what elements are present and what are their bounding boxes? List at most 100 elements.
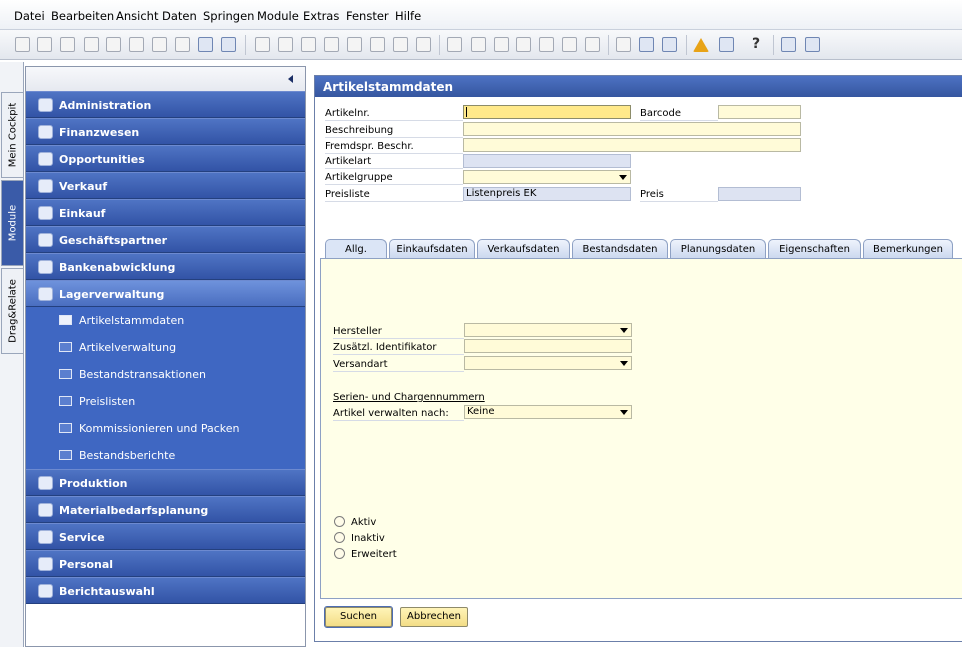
drag-relate-icon[interactable] — [805, 37, 820, 52]
payment-icon[interactable] — [516, 37, 531, 52]
nav-module-einkauf[interactable]: Einkauf — [26, 199, 305, 226]
relationship-map-icon[interactable] — [494, 37, 509, 52]
nav-item-artikelstammdaten[interactable]: Artikelstammdaten — [26, 307, 305, 334]
base-document-icon[interactable] — [447, 37, 462, 52]
nav-module-administration[interactable]: Administration — [26, 91, 305, 118]
filter-icon[interactable] — [393, 37, 408, 52]
edit-icon[interactable] — [616, 37, 631, 52]
lock-icon[interactable] — [221, 37, 236, 52]
calendar-icon[interactable] — [719, 37, 734, 52]
price-list-field[interactable]: Listenpreis EK — [463, 187, 631, 201]
price-field[interactable] — [718, 187, 801, 201]
nav-item-bestandsberichte[interactable]: Bestandsberichte — [26, 442, 305, 469]
menu-hilfe[interactable]: Hilfe — [395, 9, 421, 23]
next-record-icon[interactable] — [347, 37, 362, 52]
gross-profit-icon[interactable] — [539, 37, 554, 52]
menu-ansicht[interactable]: Ansicht — [116, 9, 158, 23]
tab-bestandsdaten[interactable]: Bestandsdaten — [572, 239, 668, 259]
folder-icon — [59, 342, 72, 352]
menu-datei[interactable]: Datei — [14, 9, 45, 23]
tab-einkaufsdaten[interactable]: Einkaufsdaten — [389, 239, 475, 259]
menu-module[interactable]: Module — [257, 9, 299, 23]
nav-module-service[interactable]: Service — [26, 523, 305, 550]
radio-aktiv[interactable] — [334, 516, 345, 527]
print-preview-icon[interactable] — [15, 37, 30, 52]
tab-planungsdaten[interactable]: Planungsdaten — [670, 239, 766, 259]
description-field[interactable] — [463, 122, 801, 136]
manufacturer-dropdown[interactable] — [464, 323, 632, 337]
sort-icon[interactable] — [416, 37, 431, 52]
barcode-field[interactable] — [718, 105, 801, 119]
excel-icon[interactable] — [84, 37, 99, 52]
people-icon — [38, 557, 53, 571]
shipping-type-label: Versandart — [333, 359, 388, 370]
tab-mein-cockpit[interactable]: Mein Cockpit — [1, 92, 23, 178]
pdf-icon[interactable] — [129, 37, 144, 52]
divider — [333, 338, 464, 339]
tab-verkaufsdaten[interactable]: Verkaufsdaten — [477, 239, 570, 259]
nav-module-personal[interactable]: Personal — [26, 550, 305, 577]
alerts-icon[interactable] — [693, 38, 709, 52]
tab-drag-relate[interactable]: Drag&Relate — [1, 268, 23, 354]
nav-item-artikelverwaltung[interactable]: Artikelverwaltung — [26, 334, 305, 361]
tab-eigenschaften[interactable]: Eigenschaften — [768, 239, 861, 259]
nav-module-opportunities[interactable]: Opportunities — [26, 145, 305, 172]
nav-module-geschaeftspartner[interactable]: Geschäftspartner — [26, 226, 305, 253]
window-title-bar[interactable]: Artikelstammdaten — [315, 76, 962, 97]
tab-module[interactable]: Module — [1, 180, 23, 266]
menu-daten[interactable]: Daten — [162, 9, 197, 23]
tab-allgemein[interactable]: Allg. — [325, 239, 387, 260]
menu-bearbeiten[interactable]: Bearbeiten — [51, 9, 114, 23]
nav-module-verkauf[interactable]: Verkauf — [26, 172, 305, 199]
additional-identifier-field[interactable] — [464, 339, 632, 353]
nav-module-bankenabwicklung[interactable]: Bankenabwicklung — [26, 253, 305, 280]
send-icon[interactable] — [60, 37, 75, 52]
toolbar-separator — [608, 35, 609, 55]
menu-extras[interactable]: Extras — [303, 9, 339, 23]
target-document-icon[interactable] — [471, 37, 486, 52]
radio-erweitert[interactable] — [334, 548, 345, 559]
nav-item-bestandstransaktionen[interactable]: Bestandstransaktionen — [26, 361, 305, 388]
journal-icon[interactable] — [585, 37, 600, 52]
word-icon[interactable] — [106, 37, 121, 52]
nav-module-produktion[interactable]: Produktion — [26, 469, 305, 496]
cancel-button[interactable]: Abbrechen — [400, 607, 468, 627]
help-icon[interactable]: ? — [752, 36, 760, 52]
item-no-field[interactable] — [463, 105, 631, 119]
menu-springen[interactable]: Springen — [203, 9, 254, 23]
nav-module-materialbedarfsplanung[interactable]: Materialbedarfsplanung — [26, 496, 305, 523]
foreign-description-field[interactable] — [463, 138, 801, 152]
previous-record-icon[interactable] — [324, 37, 339, 52]
query-icon[interactable] — [639, 37, 654, 52]
nav-module-berichtauswahl[interactable]: Berichtauswahl — [26, 577, 305, 604]
nav-module-lagerverwaltung[interactable]: Lagerverwaltung — [26, 280, 305, 307]
menu-fenster[interactable]: Fenster — [346, 9, 389, 23]
shipping-type-dropdown[interactable] — [464, 356, 632, 370]
settlement-icon[interactable] — [562, 37, 577, 52]
nav-item-kommissionieren[interactable]: Kommissionieren und Packen — [26, 415, 305, 442]
layout-icon[interactable] — [152, 37, 167, 52]
first-record-icon[interactable] — [301, 37, 316, 52]
nav-module-label: Berichtauswahl — [59, 585, 155, 598]
collapse-arrow-icon[interactable] — [288, 75, 293, 83]
item-group-dropdown[interactable] — [463, 170, 631, 184]
side-tab-strip: Mein Cockpit Module Drag&Relate — [0, 62, 24, 647]
search-button[interactable]: Suchen — [324, 606, 393, 628]
form-settings-icon[interactable] — [781, 37, 796, 52]
find-icon[interactable] — [255, 37, 270, 52]
item-type-field[interactable] — [463, 154, 631, 168]
additional-identifier-label: Zusätzl. Identifikator — [333, 342, 437, 353]
print-icon[interactable] — [37, 37, 52, 52]
gear-icon — [38, 476, 53, 490]
nav-module-finanzwesen[interactable]: Finanzwesen — [26, 118, 305, 145]
tab-bemerkungen[interactable]: Bemerkungen — [863, 239, 953, 259]
add-icon[interactable] — [278, 37, 293, 52]
last-record-icon[interactable] — [370, 37, 385, 52]
nav-module-label: Bankenabwicklung — [59, 261, 176, 274]
query-manager-icon[interactable] — [662, 37, 677, 52]
navigate-arrows-icon[interactable] — [198, 37, 213, 52]
nav-item-preislisten[interactable]: Preislisten — [26, 388, 305, 415]
manage-by-dropdown[interactable]: Keine — [464, 405, 632, 419]
navigate-icon[interactable] — [175, 37, 190, 52]
radio-inaktiv[interactable] — [334, 532, 345, 543]
